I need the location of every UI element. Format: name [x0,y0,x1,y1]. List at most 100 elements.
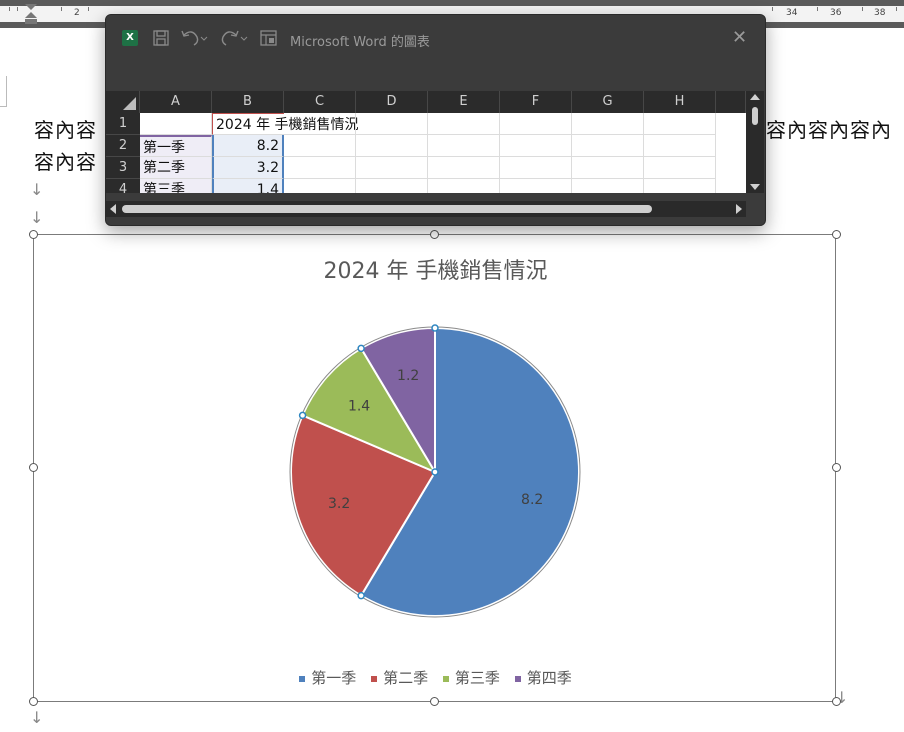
slice-selection-handle[interactable] [431,324,439,332]
cell-a4[interactable]: 第三季 [140,179,212,193]
slice-selection-handle[interactable] [298,411,307,420]
legend-label: 第一季 [311,669,357,687]
cell-e3[interactable] [428,157,500,179]
cell-f3[interactable] [500,157,572,179]
vertical-scrollbar[interactable] [746,91,764,193]
cell-h4[interactable] [644,179,716,193]
cell-a3[interactable]: 第二季 [140,157,212,179]
row-header-3[interactable]: 3 [106,157,140,179]
cell-d2[interactable] [356,135,428,157]
cell-b4[interactable]: 1.4 [212,179,284,193]
close-icon[interactable]: ✕ [732,27,747,48]
cell-h1[interactable] [644,113,716,135]
resize-handle-bottom[interactable] [430,697,439,706]
ruler-tick [862,7,863,11]
cell-f1[interactable] [500,113,572,135]
slice-selection-handle[interactable] [357,344,365,353]
resize-handle-left[interactable] [29,463,38,472]
cell-d1[interactable] [356,113,428,135]
column-header-next[interactable] [716,91,746,113]
cell-b1[interactable]: 2024 年 手機銷售情況 [212,113,359,135]
chart-legend[interactable]: 第一季 第二季 第三季 第四季 [34,667,837,688]
slice-selection-handle[interactable] [431,468,439,476]
cell-e4[interactable] [428,179,500,193]
resize-handle-bottom-left[interactable] [29,697,38,706]
save-icon[interactable] [152,29,170,47]
undo-icon[interactable] [180,29,208,47]
legend-item-q3[interactable]: 第三季 [442,667,500,688]
column-header-h[interactable]: H [644,91,716,113]
cell-c3[interactable] [284,157,356,179]
column-header-g[interactable]: G [572,91,644,113]
cell-c1[interactable] [284,113,356,135]
resize-handle-top-right[interactable] [832,230,841,239]
horizontal-scrollbar-graphic [110,204,742,214]
cell-e2[interactable] [428,135,500,157]
pie-data-label-4[interactable]: 1.2 [397,368,419,384]
cell-a1[interactable] [140,113,212,135]
cell-g2[interactable] [572,135,644,157]
cell-f2[interactable] [500,135,572,157]
legend-item-q2[interactable]: 第二季 [371,667,428,688]
cell-a2[interactable]: 第一季 [140,135,212,157]
cell-b3[interactable]: 3.2 [212,157,284,179]
slice-selection-handle[interactable] [357,591,365,600]
row-header-4[interactable]: 4 [106,179,140,193]
resize-handle-top[interactable] [430,230,439,239]
doc-line-1-left[interactable]: 容內容 [34,114,97,143]
excel-data-window[interactable]: X Microsoft Word 的圖表 ✕ A B C D E F G H 1… [105,14,766,226]
legend-label: 第二季 [383,669,429,687]
column-header-f[interactable]: F [500,91,572,113]
horizontal-scrollbar[interactable] [106,201,746,217]
ruler-tick [772,7,773,11]
excel-titlebar[interactable]: X Microsoft Word 的圖表 ✕ [106,15,765,63]
column-header-c[interactable]: C [284,91,356,113]
cell-h3[interactable] [644,157,716,179]
row-header-2[interactable]: 2 [106,135,140,157]
pie-data-label-2[interactable]: 3.2 [328,496,350,512]
cell-c2[interactable] [284,135,356,157]
ruler-tick [9,7,10,11]
legend-swatch [442,675,449,682]
ruler-mark-36: 36 [830,8,842,18]
cell-b2[interactable]: 8.2 [212,135,284,157]
margin-corner-mark [0,76,7,107]
column-header-b[interactable]: B [212,91,284,113]
cell-d3[interactable] [356,157,428,179]
column-header-d[interactable]: D [356,91,428,113]
ruler-mark-38: 38 [874,8,886,18]
cell-g3[interactable] [572,157,644,179]
cell-g1[interactable] [572,113,644,135]
cell-h2[interactable] [644,135,716,157]
edit-in-excel-icon[interactable] [260,29,278,47]
doc-line-2-left[interactable]: 容內容 [34,146,97,175]
doc-line-1-right[interactable]: 容內容內容內 [766,114,892,143]
vertical-scrollbar-graphic [750,94,760,190]
legend-item-q4[interactable]: 第四季 [514,667,572,688]
resize-handle-right[interactable] [832,463,841,472]
indent-marker-icon[interactable] [25,4,37,26]
column-header-a[interactable]: A [140,91,212,113]
cell-d4[interactable] [356,179,428,193]
cell-e1[interactable] [428,113,500,135]
spreadsheet-grid[interactable]: A B C D E F G H 1 2 3 4 2024 年 手機銷售情況 第一… [106,91,746,193]
legend-swatch [371,675,378,682]
select-all-corner[interactable] [106,91,140,113]
excel-logo-icon: X [122,30,138,46]
pie-data-label-1[interactable]: 8.2 [521,492,543,508]
legend-item-q1[interactable]: 第一季 [299,667,356,688]
column-header-e[interactable]: E [428,91,500,113]
resize-handle-bottom-right[interactable] [832,697,841,706]
resize-handle-top-left[interactable] [29,230,38,239]
pie-chart[interactable]: 8.2 3.2 1.4 1.2 [34,235,837,703]
cell-g4[interactable] [572,179,644,193]
ruler-tick [817,7,818,11]
chart-object[interactable]: 2024 年 手機銷售情況 8.2 3.2 1.4 1.2 第一季 第二季 第三季 第… [33,234,836,702]
paragraph-mark-icon: ↓ [30,180,44,199]
cell-f4[interactable] [500,179,572,193]
redo-icon[interactable] [220,29,248,47]
pie-data-label-3[interactable]: 1.4 [348,399,370,415]
row-header-1[interactable]: 1 [106,113,140,135]
cell-c4[interactable] [284,179,356,193]
select-all-icon [123,97,136,110]
